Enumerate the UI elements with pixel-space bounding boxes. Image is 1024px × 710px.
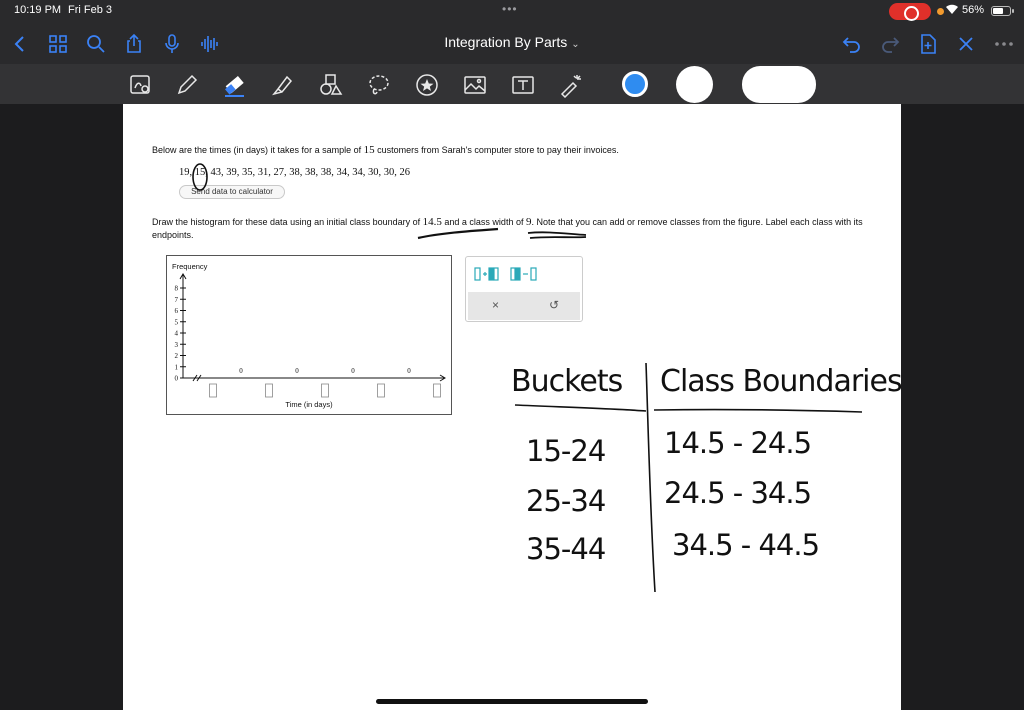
clear-button[interactable]: × [492,298,499,312]
handwritten-bucket-1: 15-24 [526,434,606,468]
intro-text-before: Below are the times (in days) it takes f… [152,145,364,155]
remove-class-icon[interactable] [510,264,538,285]
status-date: Fri Feb 3 [68,4,113,16]
class-tools-actions: × ↺ [468,292,580,320]
battery-percent: 56% [962,4,985,16]
histogram-chart[interactable]: Frequency Time (in days) 0 1 2 3 4 5 6 7 8 0 0 0 0 [167,256,451,414]
more-options-icon[interactable] [992,32,1016,56]
pen-icon[interactable] [174,72,200,98]
multitasking-dots-icon[interactable]: ••• [502,2,518,16]
document-title-text: Integration By Parts [444,34,568,50]
histogram-y-ticks: 0 1 2 3 4 5 6 7 8 [175,285,186,383]
send-to-calculator-button[interactable]: Send data to calculator [179,185,285,199]
home-indicator[interactable] [376,699,648,704]
y-tick-label: 5 [175,318,179,326]
color-swatch-blue[interactable] [622,71,648,97]
bar-frequency-label: 0 [295,367,299,375]
class-endpoint-input[interactable] [377,383,385,398]
redo-icon[interactable] [878,32,902,56]
color-swatch-white[interactable] [676,66,713,103]
instr-part-2: and a class width of [441,217,526,227]
bar-frequency-label: 0 [407,367,411,375]
handwritten-boundary-1: 14.5 - 24.5 [664,426,812,460]
histogram-axes [179,273,446,382]
handwritten-boundary-2: 24.5 - 34.5 [664,476,812,510]
class-endpoint-input[interactable] [433,383,441,398]
handwritten-boundaries-header: Class Boundaries [660,364,903,399]
color-swatch-thick-white[interactable] [742,66,816,103]
shapes-icon[interactable] [318,72,344,98]
wifi-icon [945,3,959,18]
close-icon[interactable] [954,32,978,56]
status-time: 10:19 PM [14,4,62,16]
intro-text-after: customers from Sarah's computer store to… [374,145,619,155]
class-endpoint-input[interactable] [209,383,217,398]
y-axis-label: Frequency [172,262,208,271]
lasso-icon[interactable] [366,72,392,98]
y-tick-label: 2 [175,352,179,360]
y-tick-label: 4 [175,330,179,338]
bar-frequency-label: 0 [239,367,243,375]
handwritten-bucket-3: 35-44 [526,532,606,566]
add-class-icon[interactable] [474,264,500,285]
zoom-lasso-icon[interactable] [128,72,154,98]
battery-icon [991,6,1014,16]
chevron-down-icon: ⌄ [571,39,580,50]
class-endpoint-input[interactable] [321,383,329,398]
y-tick-label: 3 [175,341,179,349]
class-tools-panel: × ↺ [465,256,583,322]
y-tick-label: 1 [175,363,179,371]
reset-button[interactable]: ↺ [549,298,559,312]
eraser-icon[interactable] [222,72,248,98]
laser-pointer-icon[interactable] [558,72,584,99]
y-tick-label: 8 [175,285,179,293]
handwritten-buckets-header: Buckets [511,364,623,399]
instr-part-1: Draw the histogram for these data using … [152,217,423,227]
undo-icon[interactable] [840,32,864,56]
sticker-star-icon[interactable] [414,72,440,98]
question-intro: Below are the times (in days) it takes f… [152,144,619,156]
x-axis-label: Time (in days) [285,400,333,409]
text-tool-icon[interactable] [510,72,536,98]
y-tick-label: 0 [175,375,179,383]
question-instructions: Draw the histogram for these data using … [152,216,892,242]
image-icon[interactable] [462,72,488,98]
y-tick-label: 7 [175,296,179,304]
document-page[interactable]: Below are the times (in days) it takes f… [123,104,901,710]
data-values: 19, 15, 43, 39, 35, 31, 27, 38, 38, 38, … [179,167,410,178]
nav-bar: Integration By Parts ⌄ [0,24,1024,64]
add-page-icon[interactable] [916,32,940,56]
highlighter-icon[interactable] [270,72,296,98]
handwritten-boundary-3: 34.5 - 44.5 [672,528,820,562]
histogram-bars: 0 0 0 0 [209,367,441,398]
drawing-toolbar [0,64,1024,104]
status-bar: 10:19 PM Fri Feb 3 ••• 56% [0,0,1024,24]
handwritten-bucket-2: 25-34 [526,484,606,518]
bar-frequency-label: 0 [351,367,355,375]
y-tick-label: 6 [175,307,179,315]
histogram-widget[interactable]: Frequency Time (in days) 0 1 2 3 4 5 6 7 8 0 0 0 0 [166,255,452,415]
document-title[interactable]: Integration By Parts ⌄ [0,34,1024,50]
screen-record-icon[interactable] [889,3,931,21]
microphone-indicator-icon [937,8,944,15]
sample-size: 15 [363,144,375,156]
class-endpoint-input[interactable] [265,383,273,398]
initial-boundary: 14.5 [422,216,442,228]
